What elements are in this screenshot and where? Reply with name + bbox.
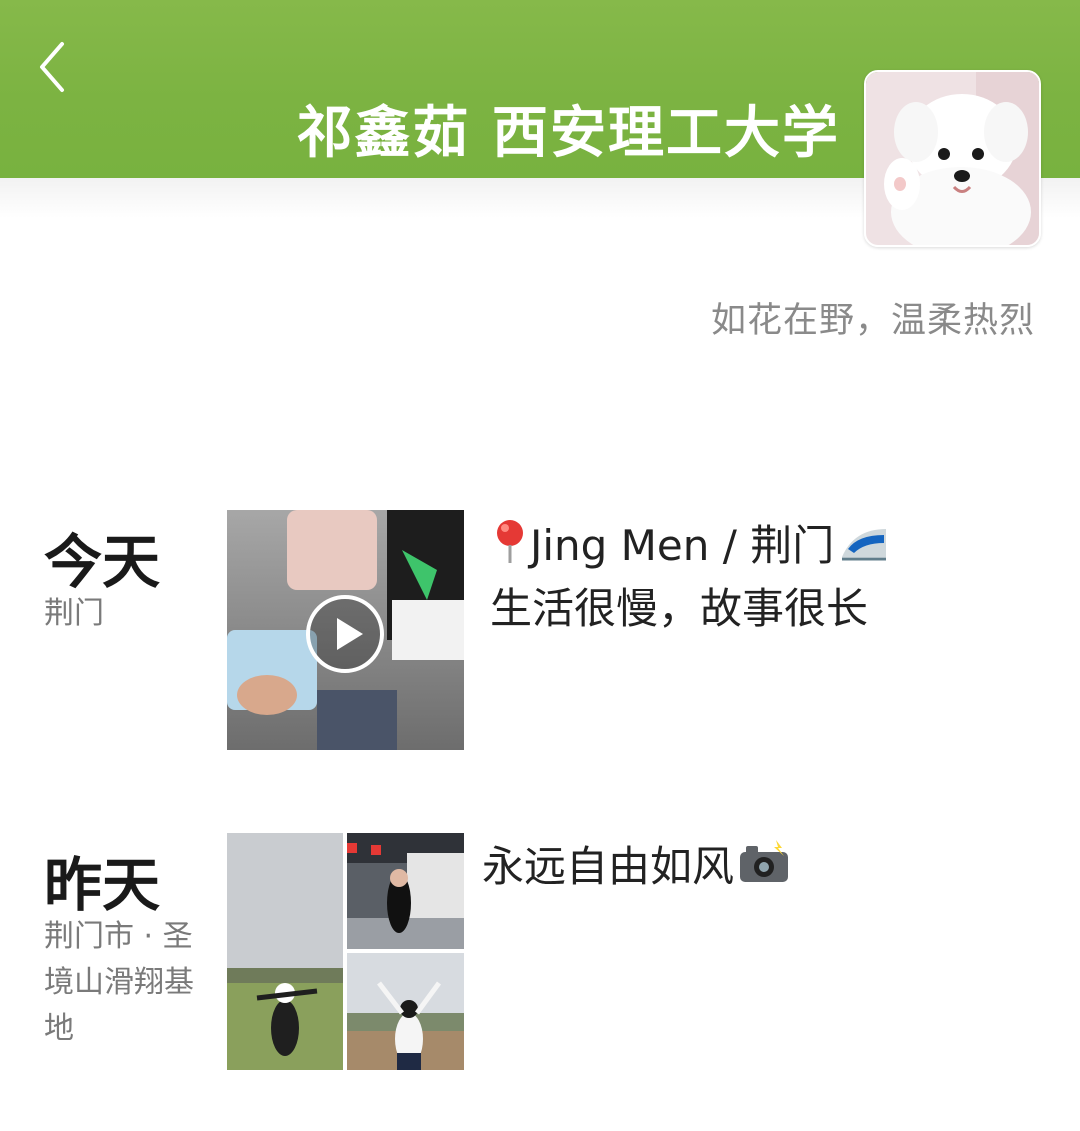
video-thumbnail[interactable] bbox=[227, 510, 464, 750]
post-caption: 永远自由如风 bbox=[482, 842, 735, 891]
photo-thumbnail[interactable] bbox=[227, 833, 343, 1070]
post-location: 荆门市 · 圣境山滑翔基地 bbox=[44, 919, 194, 1046]
post-text: 永远自由如风 bbox=[482, 838, 790, 899]
post-day: 今天 bbox=[44, 528, 161, 596]
moment-post[interactable]: 昨天 荆门市 · 圣境山滑翔基地 永远自由如风 bbox=[0, 828, 1080, 1078]
avatar[interactable] bbox=[864, 70, 1041, 247]
post-line1: Jing Men / 荆门 bbox=[530, 521, 835, 570]
bullet-train-icon bbox=[840, 520, 888, 578]
avatar-dog-image bbox=[866, 72, 1039, 245]
play-button[interactable] bbox=[305, 594, 385, 678]
back-button[interactable] bbox=[30, 38, 80, 96]
post-text: Jing Men / 荆门 生活很慢，故事很长 bbox=[490, 517, 888, 638]
camera-flash-icon bbox=[738, 840, 790, 899]
profile-name[interactable]: 祁鑫茹 西安理工大学 bbox=[297, 88, 841, 169]
pin-icon bbox=[490, 517, 530, 580]
chevron-left-icon bbox=[40, 42, 64, 92]
photo-thumbnail[interactable] bbox=[347, 833, 464, 949]
profile-signature: 如花在野，温柔热烈 bbox=[710, 301, 1035, 341]
photo-thumbnail[interactable] bbox=[347, 953, 464, 1070]
post-day: 昨天 bbox=[44, 851, 161, 919]
post-line2: 生活很慢，故事很长 bbox=[490, 584, 869, 633]
post-location: 荆门 bbox=[44, 596, 104, 631]
moment-post[interactable]: 今天 荆门 Jing Men / 荆门 生活很慢，故事很长 bbox=[0, 505, 1080, 755]
play-icon bbox=[306, 595, 384, 673]
